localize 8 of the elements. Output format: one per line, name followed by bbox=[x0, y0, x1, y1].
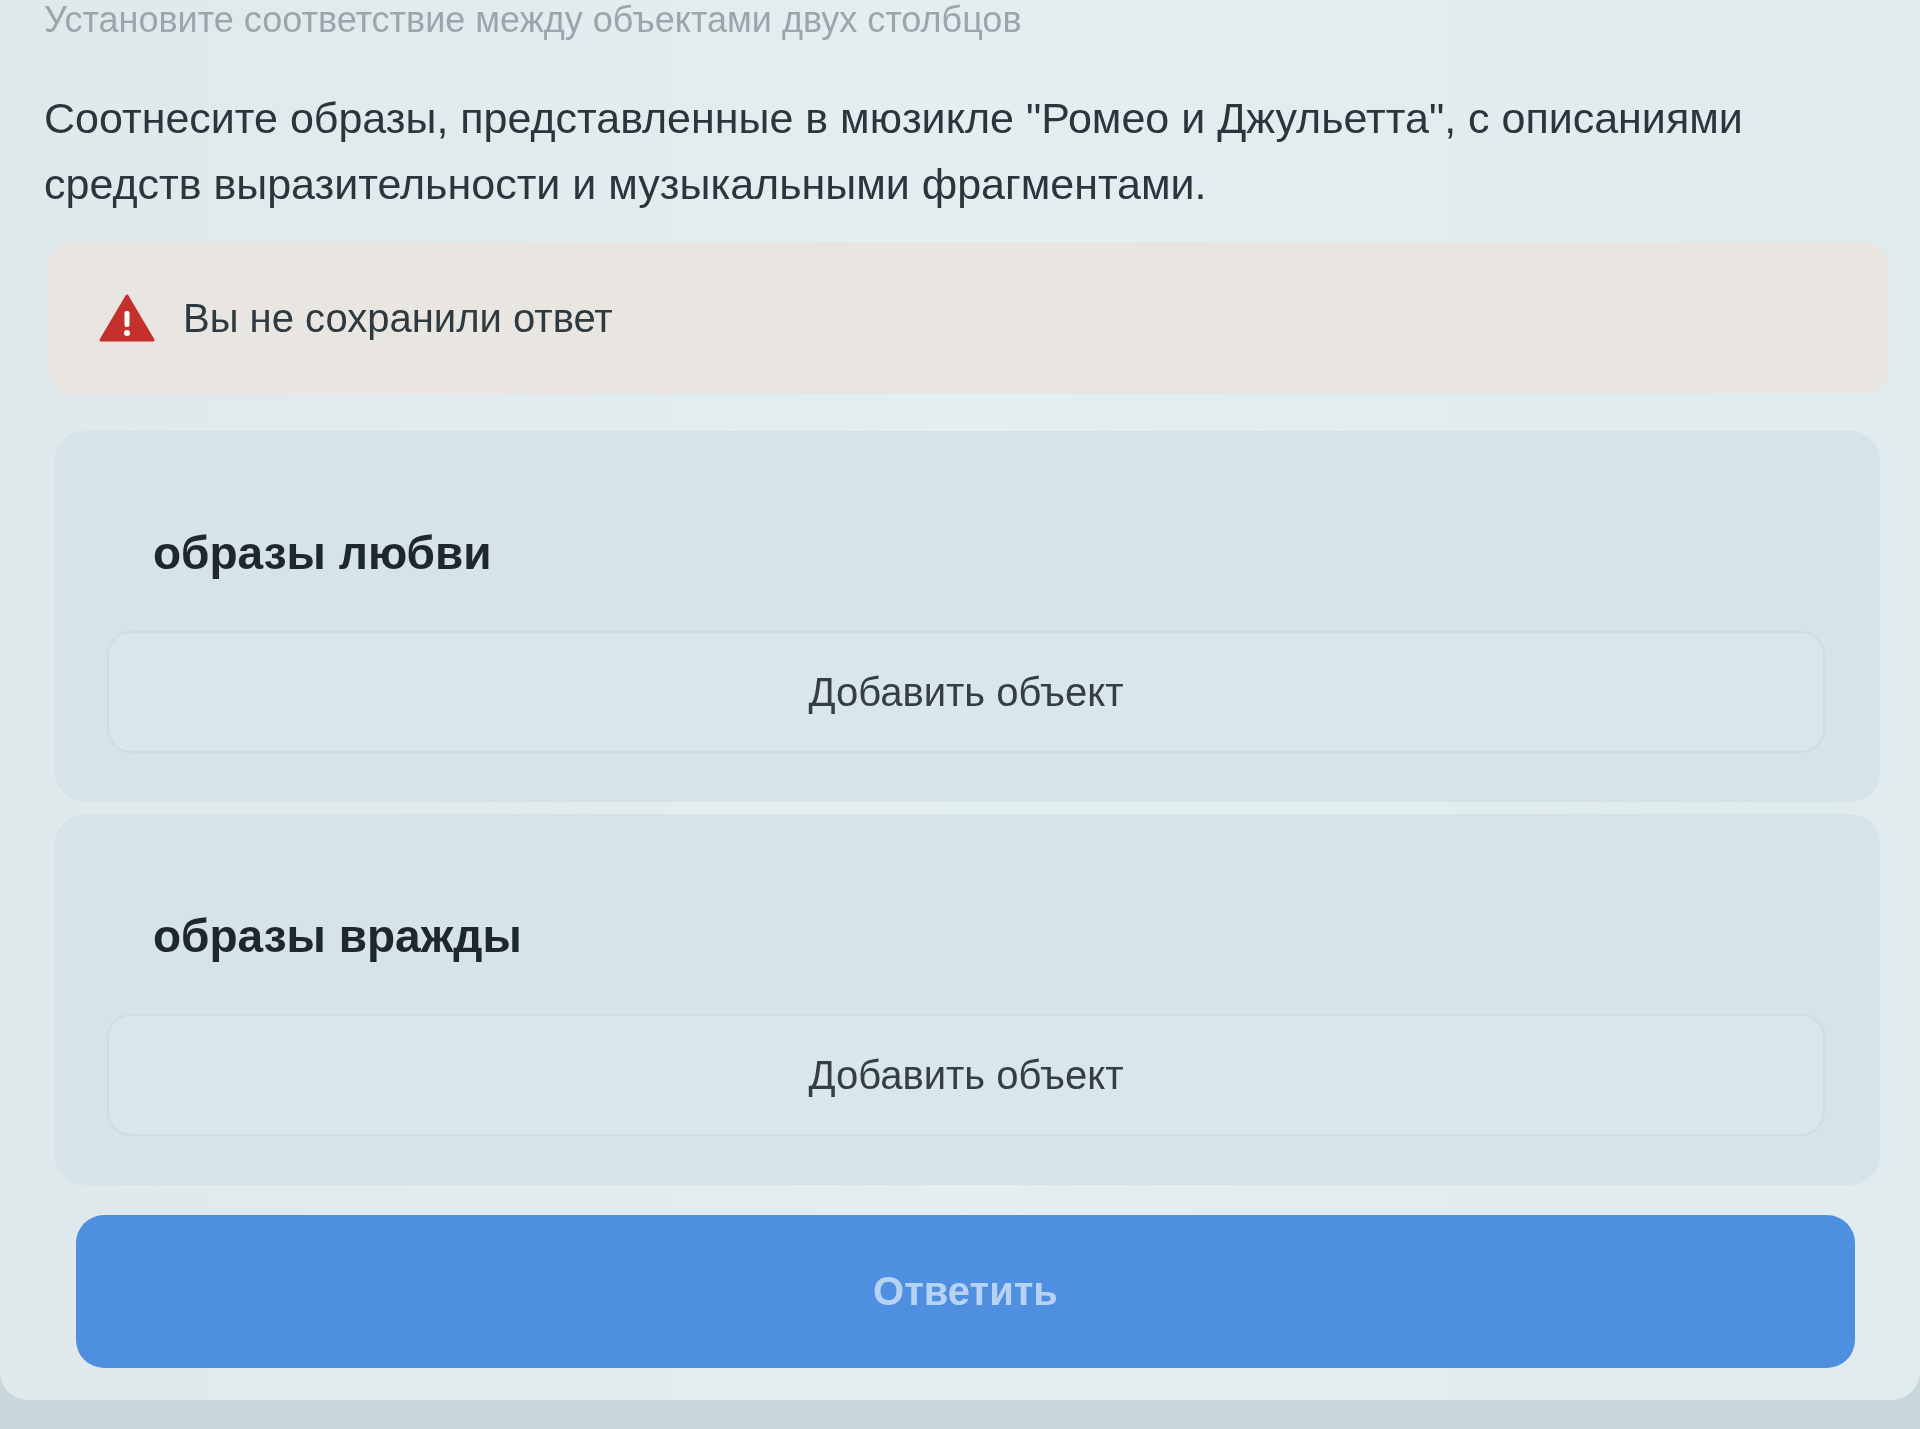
instruction-text: Установите соответствие между объектами двух столбцов bbox=[44, 0, 1022, 40]
question-text: Соотнесите образы, представленные в мюзикле "Ромео и Джульетта", с описаниями средств выразительности и музыкальными фрагментами. bbox=[44, 93, 1744, 210]
add-object-button[interactable]: Добавить объект bbox=[107, 1014, 1825, 1136]
category-title: образы любви bbox=[153, 526, 492, 581]
category-title: образы вражды bbox=[153, 909, 522, 964]
add-object-button[interactable]: Добавить объект bbox=[107, 631, 1825, 753]
warning-icon bbox=[99, 294, 155, 342]
alert-text: Вы не сохранили ответ bbox=[183, 295, 613, 341]
